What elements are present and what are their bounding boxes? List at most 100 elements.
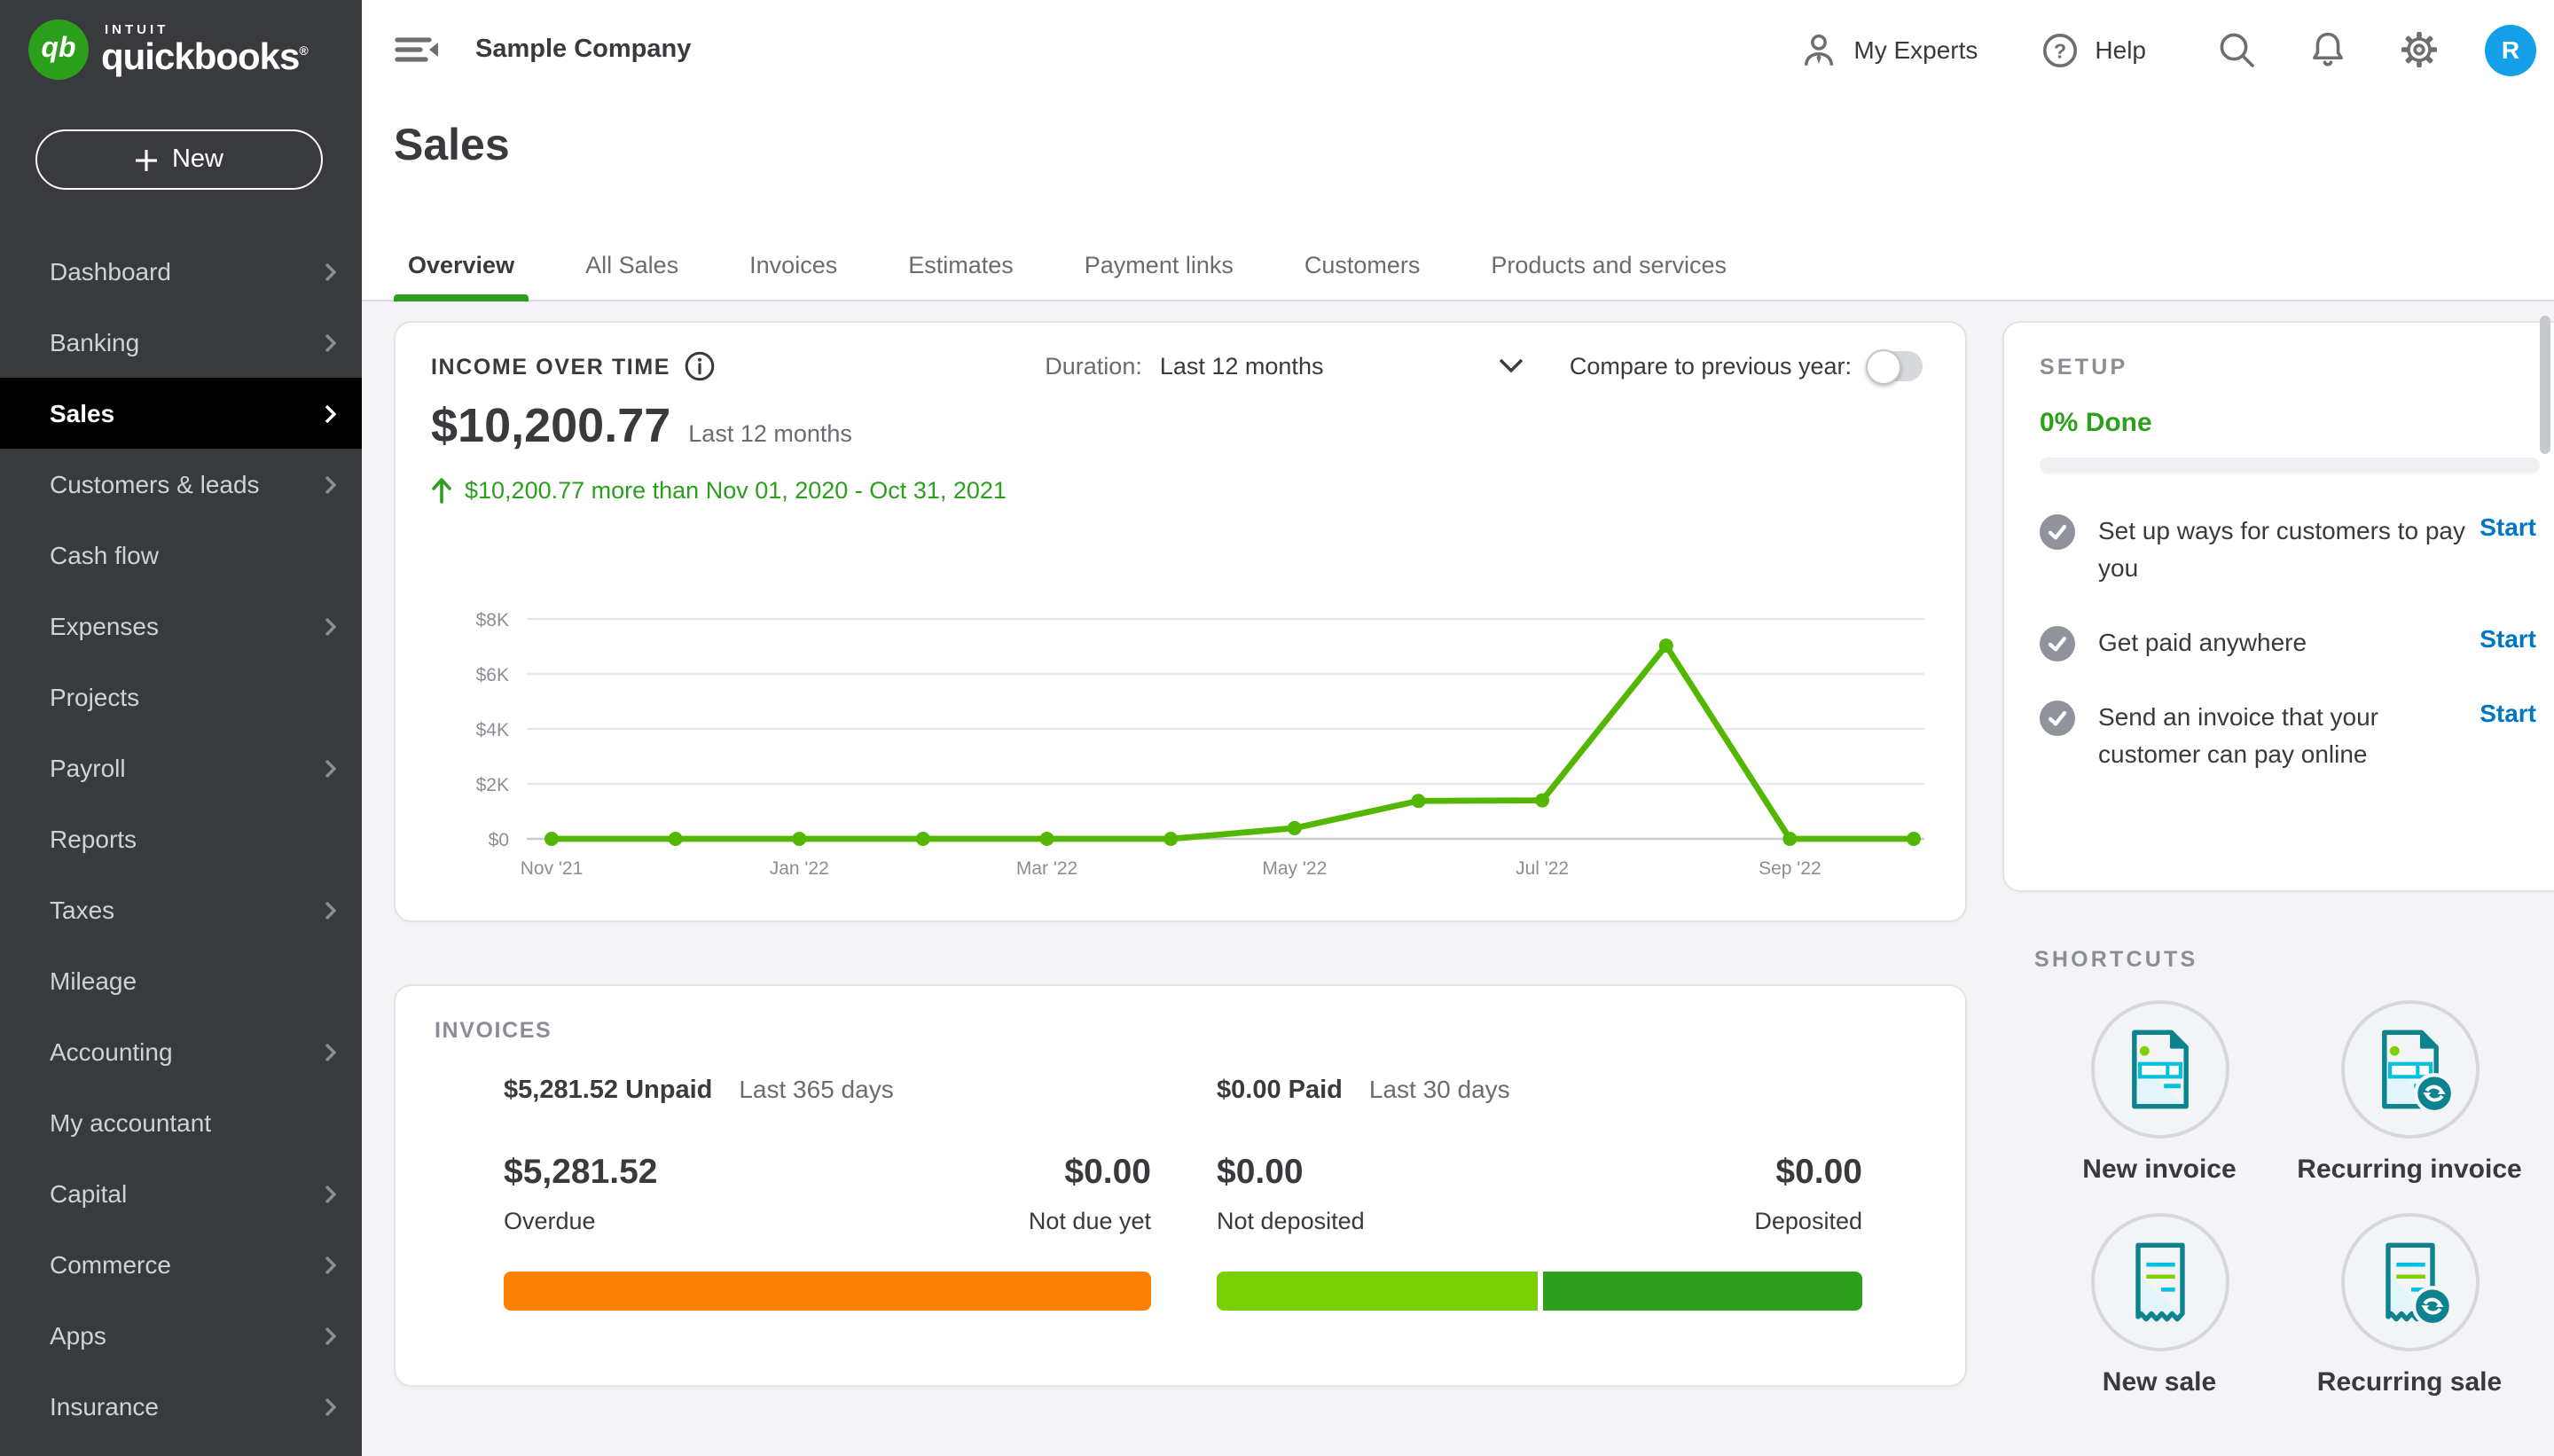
chevron-right-icon: [325, 403, 337, 423]
setup-item: Send an invoice that your customer can p…: [2040, 699, 2536, 773]
page-header: Sales Overview All Sales Invoices Estimates…: [362, 99, 2554, 301]
setup-item: Set up ways for customers to pay you Sta…: [2040, 513, 2536, 587]
new-button[interactable]: New: [35, 129, 323, 190]
sidebar-item-sales[interactable]: Sales: [0, 378, 362, 449]
info-icon[interactable]: [685, 351, 715, 381]
sidebar-item-my-accountant[interactable]: My accountant: [0, 1087, 362, 1158]
sidebar-item-projects[interactable]: Projects: [0, 661, 362, 732]
tab-overview[interactable]: Overview: [394, 252, 529, 301]
invoices-card: INVOICES $5,281.52 Unpaid Last 365 days …: [394, 984, 1967, 1387]
shortcut-new-sale[interactable]: New sale: [2034, 1213, 2284, 1397]
svg-text:$8K: $8K: [476, 610, 509, 630]
svg-text:Jul '22: Jul '22: [1516, 858, 1569, 879]
svg-text:$0: $0: [489, 830, 509, 850]
sidebar-item-reports[interactable]: Reports: [0, 803, 362, 874]
invoices-card-title: INVOICES: [435, 1018, 552, 1043]
paid-invoices-block[interactable]: $0.00 Paid Last 30 days $0.00 $0.00 Not …: [1217, 1075, 1862, 1311]
user-avatar[interactable]: R: [2485, 24, 2536, 75]
overdue-amount: $5,281.52: [504, 1153, 658, 1194]
sidebar-item-payroll[interactable]: Payroll: [0, 732, 362, 803]
chevron-down-icon: [1499, 358, 1524, 374]
unpaid-bar[interactable]: [504, 1272, 1151, 1311]
start-link[interactable]: Start: [2480, 699, 2536, 727]
check-circle-icon: [2040, 514, 2075, 550]
help-icon: ?: [2041, 31, 2079, 68]
svg-text:Nov '21: Nov '21: [521, 858, 584, 879]
chevron-right-icon: [325, 900, 337, 920]
search-icon[interactable]: [2217, 30, 2256, 69]
duration-dropdown[interactable]: Last 12 months: [1160, 353, 1524, 380]
vertical-scrollbar[interactable]: [2540, 316, 2550, 454]
chevron-right-icon: [325, 1184, 337, 1203]
sidebar-item-customers-leads[interactable]: Customers & leads: [0, 449, 362, 520]
sidebar-item-dashboard[interactable]: Dashboard: [0, 236, 362, 307]
deposited-label: Deposited: [1754, 1208, 1862, 1234]
tab-invoices[interactable]: Invoices: [735, 252, 851, 301]
svg-text:May '22: May '22: [1262, 858, 1327, 879]
svg-text:?: ?: [2054, 38, 2066, 61]
settings-gear-icon[interactable]: [2400, 30, 2439, 69]
company-name[interactable]: Sample Company: [475, 35, 691, 64]
sale-receipt-icon: [2119, 1238, 2200, 1327]
chevron-right-icon: [325, 1255, 337, 1274]
chevron-right-icon: [325, 474, 337, 494]
check-circle-icon: [2040, 701, 2075, 736]
collapse-menu-icon[interactable]: [394, 32, 440, 67]
quickbooks-logo-icon: qb: [28, 20, 89, 80]
notifications-bell-icon[interactable]: [2309, 30, 2346, 69]
invoice-icon: [2369, 1025, 2450, 1114]
start-link[interactable]: Start: [2480, 513, 2536, 541]
tab-payment-links[interactable]: Payment links: [1070, 252, 1248, 301]
income-total: $10,200.77: [431, 399, 670, 454]
start-link[interactable]: Start: [2480, 624, 2536, 653]
sidebar-item-taxes[interactable]: Taxes: [0, 874, 362, 945]
check-circle-icon: [2040, 626, 2075, 661]
my-experts-button[interactable]: My Experts: [1800, 31, 1978, 68]
sidebar-item-accounting[interactable]: Accounting: [0, 1016, 362, 1087]
quickbooks-app: qb INTUIT quickbooks® New Dashboard Bank…: [0, 0, 2554, 1456]
shortcut-recurring-invoice[interactable]: Recurring invoice: [2284, 1000, 2534, 1185]
income-over-time-card: INCOME OVER TIME Duration: Last 12 month…: [394, 321, 1967, 922]
income-comparison: $10,200.77 more than Nov 01, 2020 - Oct …: [396, 454, 1965, 504]
main-content: INCOME OVER TIME Duration: Last 12 month…: [362, 301, 2554, 1456]
unpaid-invoices-block[interactable]: $5,281.52 Unpaid Last 365 days $5,281.52…: [504, 1075, 1151, 1311]
sidebar-item-commerce[interactable]: Commerce: [0, 1229, 362, 1300]
unpaid-headline: $5,281.52 Unpaid: [504, 1076, 712, 1105]
compare-toggle[interactable]: [1869, 351, 1923, 381]
sale-receipt-icon: [2369, 1238, 2450, 1327]
paid-period: Last 30 days: [1369, 1075, 1510, 1103]
tab-all-sales[interactable]: All Sales: [571, 252, 693, 301]
income-total-caption: Last 12 months: [688, 420, 852, 447]
chevron-right-icon: [325, 1042, 337, 1061]
help-button[interactable]: ? Help: [2041, 31, 2146, 68]
deposited-bar[interactable]: [1542, 1272, 1862, 1311]
sidebar-item-apps[interactable]: Apps: [0, 1300, 362, 1371]
setup-progress-bar: [2040, 458, 2540, 474]
income-card-title: INCOME OVER TIME: [431, 354, 670, 379]
not-due-label: Not due yet: [1029, 1208, 1151, 1234]
shortcut-recurring-sale[interactable]: Recurring sale: [2284, 1213, 2534, 1397]
tab-estimates[interactable]: Estimates: [894, 252, 1028, 301]
sidebar-item-expenses[interactable]: Expenses: [0, 591, 362, 661]
sidebar-item-cash-flow[interactable]: Cash flow: [0, 520, 362, 591]
setup-checklist: Set up ways for customers to pay you Sta…: [2040, 513, 2536, 773]
setup-card: SETUP 0% Done Set up ways for customers …: [2002, 321, 2554, 892]
svg-text:Sep '22: Sep '22: [1759, 858, 1821, 879]
not-due-amount: $0.00: [1064, 1153, 1151, 1194]
setup-title: SETUP: [2040, 355, 2536, 380]
not-deposited-bar[interactable]: [1217, 1272, 1537, 1311]
quickbooks-wordmark: quickbooks®: [101, 38, 308, 79]
sidebar-item-banking[interactable]: Banking: [0, 307, 362, 378]
tab-customers[interactable]: Customers: [1290, 252, 1435, 301]
sidebar-item-mileage[interactable]: Mileage: [0, 945, 362, 1016]
shortcuts-title: SHORTCUTS: [2034, 947, 2554, 972]
chevron-right-icon: [325, 333, 337, 352]
invoice-icon: [2119, 1025, 2200, 1114]
page-title: Sales: [394, 121, 510, 172]
svg-text:Jan '22: Jan '22: [770, 858, 829, 879]
tab-products-and-services[interactable]: Products and services: [1477, 252, 1741, 301]
chevron-right-icon: [325, 616, 337, 636]
sidebar-item-insurance[interactable]: Insurance: [0, 1371, 362, 1442]
sidebar-item-capital[interactable]: Capital: [0, 1158, 362, 1229]
shortcut-new-invoice[interactable]: New invoice: [2034, 1000, 2284, 1185]
